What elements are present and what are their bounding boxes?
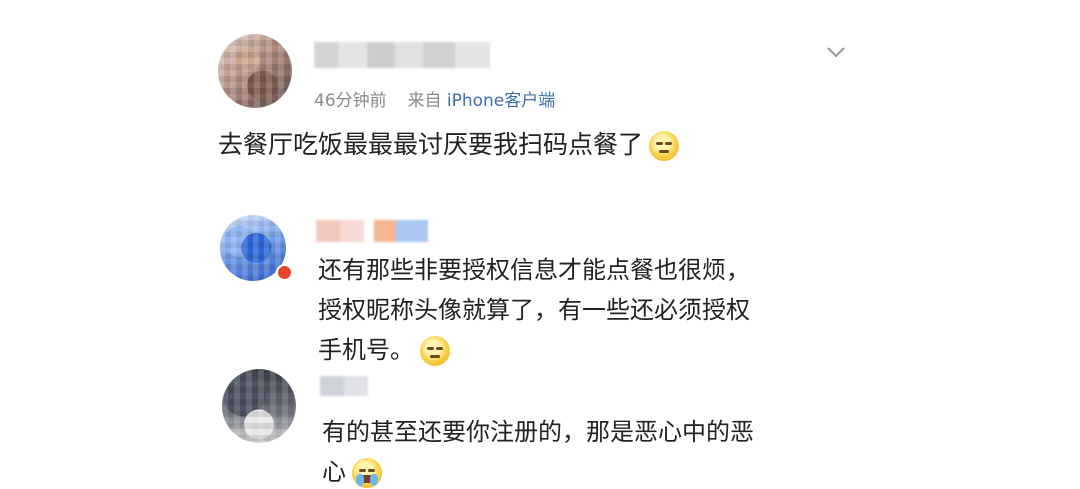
comment-line-last: 手机号。 <box>318 330 750 370</box>
poster-username-blurred[interactable] <box>314 42 490 68</box>
post-meta: 46分钟前 来自 iPhone客户端 <box>314 86 555 111</box>
comment-text: 还有那些非要授权信息才能点餐也很烦， 授权昵称头像就算了，有一些还必须授权 手机… <box>318 250 750 370</box>
commenter-name-blurred[interactable] <box>320 376 368 396</box>
speechless-emoji-icon <box>420 336 450 366</box>
commenter-name-blurred[interactable] <box>316 220 364 242</box>
chevron-down-icon[interactable] <box>824 40 848 64</box>
comment-line: 有的甚至还要你注册的，那是恶心中的恶 <box>322 418 754 446</box>
comment-line: 还有那些非要授权信息才能点餐也很烦， <box>318 256 750 284</box>
post-body-text: 去餐厅吃饭最最最讨厌要我扫码点餐了 <box>218 130 644 159</box>
comment-line-text: 手机号。 <box>318 336 414 364</box>
chevron-down-icon-svg <box>827 47 845 58</box>
awkward-smile-emoji-icon <box>649 131 680 161</box>
comment-line-last: 心 <box>322 452 754 489</box>
commenter-avatar[interactable] <box>222 369 296 443</box>
crying-emoji-icon <box>352 458 382 488</box>
post-source-link[interactable]: iPhone客户端 <box>447 91 555 111</box>
verified-badge-icon <box>276 264 293 281</box>
post-body: 去餐厅吃饭最最最讨厌要我扫码点餐了 <box>218 128 680 162</box>
comment-line: 授权昵称头像就算了，有一些还必须授权 <box>318 296 750 324</box>
post-time: 46分钟前 <box>314 91 387 111</box>
comment-text: 有的甚至还要你注册的，那是恶心中的恶 心 <box>322 412 754 489</box>
comment-line-text: 心 <box>322 458 346 486</box>
commenter-level-badge-blurred <box>374 220 428 242</box>
poster-avatar[interactable] <box>218 34 292 108</box>
post-source-prefix: 来自 <box>407 91 442 111</box>
weibo-post: 46分钟前 来自 iPhone客户端 去餐厅吃饭最最最讨厌要我扫码点餐了 <box>0 0 1080 200</box>
